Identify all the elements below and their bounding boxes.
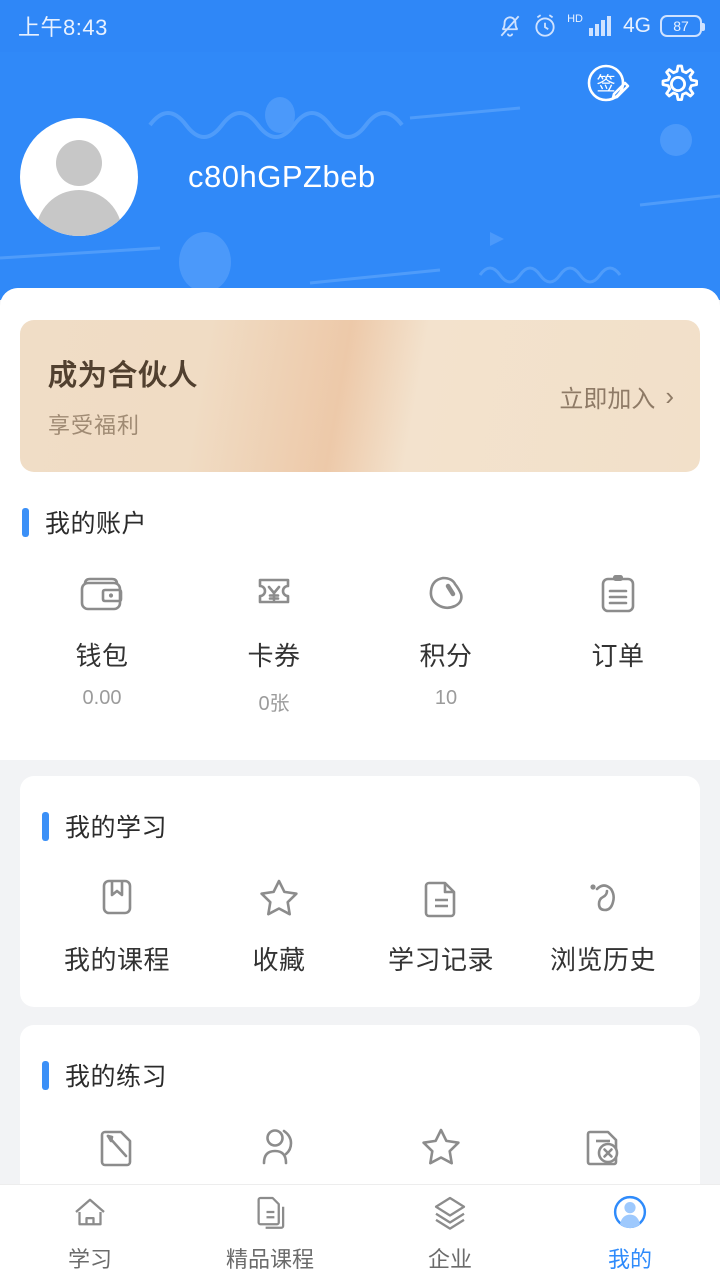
tab-premium-courses[interactable]: 精品课程 bbox=[180, 1185, 360, 1280]
section-title-learning: 我的学习 bbox=[65, 808, 167, 844]
avatar-body bbox=[36, 190, 122, 236]
header-actions: 签 bbox=[584, 60, 702, 108]
profile-summary[interactable]: c80hGPZbeb bbox=[20, 118, 376, 236]
grid-item-label: 积分 bbox=[419, 636, 472, 673]
document-icon bbox=[414, 866, 468, 924]
note-pen-icon bbox=[90, 1115, 144, 1173]
join-now-button[interactable]: 立即加入 › bbox=[559, 379, 674, 414]
clipboard-icon bbox=[591, 562, 645, 620]
learning-card: 我的学习 我的课程 收藏 bbox=[20, 776, 700, 1007]
join-now-label: 立即加入 bbox=[559, 379, 655, 414]
grid-item-wallet[interactable]: 钱包 0.00 bbox=[16, 562, 188, 716]
section-accent-bar bbox=[22, 508, 29, 537]
mute-icon bbox=[497, 13, 523, 39]
tab-profile[interactable]: 我的 bbox=[540, 1185, 720, 1280]
profile-icon bbox=[609, 1191, 651, 1233]
grid-item-value: 0张 bbox=[258, 687, 289, 716]
grid-item-label: 钱包 bbox=[75, 636, 128, 673]
status-bar: 上午8:43 HD 4G 87 bbox=[0, 0, 720, 52]
chevron-right-icon: › bbox=[665, 381, 674, 412]
battery-icon: 87 bbox=[660, 15, 702, 37]
partner-banner[interactable]: 成为合伙人 享受福利 立即加入 › bbox=[20, 320, 700, 472]
grid-item-value: 0.00 bbox=[83, 687, 122, 711]
alarm-icon bbox=[532, 13, 558, 39]
grid-item-study-records[interactable]: 学习记录 bbox=[360, 866, 522, 977]
person-icon bbox=[252, 1115, 306, 1173]
account-card: 成为合伙人 享受福利 立即加入 › 我的账户 bbox=[0, 288, 720, 760]
grid-item-browse-history[interactable]: 浏览历史 bbox=[522, 866, 684, 977]
coupon-icon bbox=[247, 562, 301, 620]
wrong-answer-icon bbox=[576, 1115, 630, 1173]
grid-item-coupon[interactable]: 卡券 0张 bbox=[188, 562, 360, 716]
grid-item-my-courses[interactable]: 我的课程 bbox=[36, 866, 198, 977]
home-icon bbox=[69, 1191, 111, 1233]
tab-enterprise[interactable]: 企业 bbox=[360, 1185, 540, 1280]
section-accent-bar bbox=[42, 1061, 49, 1090]
grid-item-label: 订单 bbox=[591, 636, 644, 673]
grid-item-points[interactable]: 积分 10 bbox=[360, 562, 532, 716]
status-bar-time: 上午8:43 bbox=[18, 10, 108, 42]
username: c80hGPZbeb bbox=[188, 159, 376, 195]
history-icon bbox=[576, 866, 630, 924]
avatar[interactable] bbox=[20, 118, 138, 236]
section-header-account: 我的账户 bbox=[0, 472, 720, 540]
grid-item-favorites[interactable]: 收藏 bbox=[198, 866, 360, 977]
section-header-learning: 我的学习 bbox=[20, 776, 700, 844]
star-icon bbox=[414, 1115, 468, 1173]
points-icon bbox=[419, 562, 473, 620]
tab-study[interactable]: 学习 bbox=[0, 1185, 180, 1280]
grid-item-label: 学习记录 bbox=[388, 940, 494, 977]
tab-label: 学习 bbox=[68, 1242, 112, 1274]
grid-item-value: 10 bbox=[435, 687, 457, 711]
tab-label: 企业 bbox=[428, 1242, 472, 1274]
grid-item-label: 浏览历史 bbox=[550, 940, 656, 977]
sign-in-pen-icon[interactable]: 签 bbox=[584, 60, 632, 108]
gear-icon[interactable] bbox=[654, 60, 702, 108]
section-title-account: 我的账户 bbox=[45, 504, 147, 540]
status-bar-icons: HD 4G 87 bbox=[497, 13, 702, 39]
documents-icon bbox=[249, 1191, 291, 1233]
signal-icon bbox=[588, 15, 614, 37]
avatar-head bbox=[56, 140, 102, 186]
tab-label: 我的 bbox=[608, 1242, 652, 1274]
grid-item-label: 我的课程 bbox=[64, 940, 170, 977]
partner-banner-text: 成为合伙人 享受福利 bbox=[48, 352, 198, 440]
section-accent-bar bbox=[42, 812, 49, 841]
account-grid: 钱包 0.00 卡券 0张 bbox=[0, 540, 720, 760]
sign-in-button-label: 签 bbox=[596, 73, 615, 95]
bookmark-icon bbox=[90, 866, 144, 924]
wallet-icon bbox=[75, 562, 129, 620]
section-title-practice: 我的练习 bbox=[65, 1057, 167, 1093]
network-label: 4G bbox=[623, 14, 651, 38]
grid-item-label: 卡券 bbox=[247, 636, 300, 673]
partner-banner-subtitle: 享受福利 bbox=[48, 408, 198, 440]
partner-banner-title: 成为合伙人 bbox=[48, 352, 198, 394]
layers-icon bbox=[429, 1191, 471, 1233]
hd-label: HD bbox=[567, 14, 583, 25]
tab-label: 精品课程 bbox=[226, 1242, 314, 1274]
learning-grid: 我的课程 收藏 学习记录 bbox=[20, 844, 700, 1007]
bottom-tab-bar: 学习 精品课程 企业 我的 bbox=[0, 1184, 720, 1280]
grid-item-label: 收藏 bbox=[252, 940, 305, 977]
content-sheet: 成为合伙人 享受福利 立即加入 › 我的账户 bbox=[0, 288, 720, 1280]
star-icon bbox=[252, 866, 306, 924]
section-header-practice: 我的练习 bbox=[20, 1025, 700, 1093]
grid-item-orders[interactable]: 订单 bbox=[532, 562, 704, 716]
battery-level: 87 bbox=[673, 18, 689, 34]
